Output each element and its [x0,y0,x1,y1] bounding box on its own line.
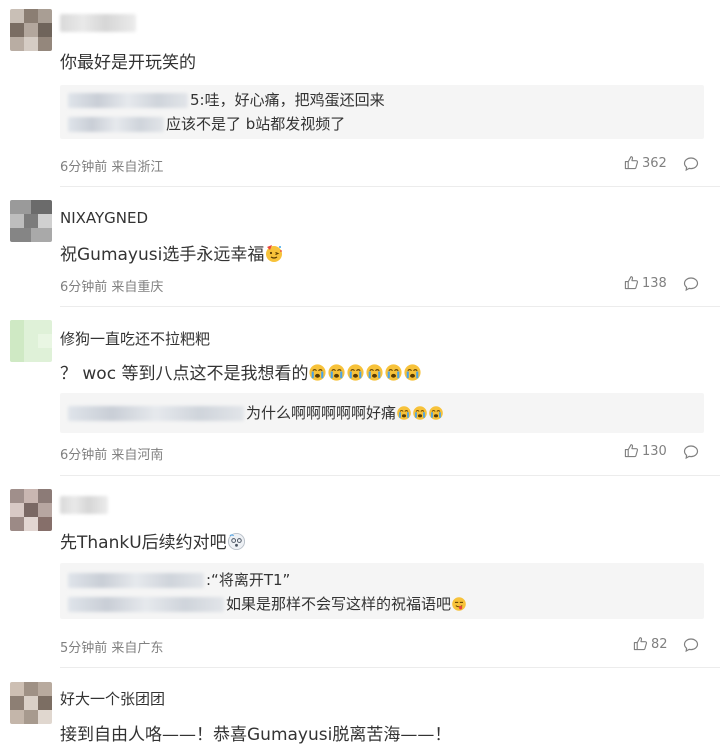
reply-button[interactable] [683,637,699,657]
comment-bubble-icon [683,638,699,653]
crying-face-emoji [327,363,346,387]
quote-line: :“将离开T1” [68,569,290,590]
quote-line: 5:哇，好心痛，把鸡蛋还回来 [68,89,385,110]
comment-text: ？ woc 等到八点这不是我想看的 [60,359,422,387]
divider [60,186,720,187]
avatar[interactable] [10,682,52,724]
comment-text: 先ThankU后续约对吧 [60,528,246,556]
like-count: 130 [642,444,667,459]
username-redacted[interactable] [60,496,108,514]
tongue-face-emoji [451,596,467,616]
comment-meta: 6分钟前 来自重庆 [60,276,163,295]
reply-button[interactable] [683,276,699,296]
quote-text: 5:哇，好心痛，把鸡蛋还回来 [190,91,385,109]
quoted-reply[interactable]: 5:哇，好心痛，把鸡蛋还回来 应该不是了 b站都发视频了 [60,85,704,139]
comment-text: 接到自由人咯——！恭喜Gumayusi脱离苦海——！ [60,725,452,745]
redacted-username [68,573,204,588]
like-button[interactable]: 82 [633,636,668,652]
comment-text-body: 祝Gumayusi选手永远幸福 [60,245,265,265]
location: 来自重庆 [111,280,164,295]
like-count: 362 [642,156,667,171]
reply-button[interactable] [683,444,699,464]
quote-text: 为什么啊啊啊啊啊好痛 [246,404,397,422]
crying-face-emoji [403,363,422,387]
quote-line: 如果是那样不会写这样的祝福语吧 [68,593,467,616]
timestamp: 5分钟前 [60,641,108,656]
comment-text-body: ？ woc 等到八点这不是我想看的 [60,364,309,384]
location: 来自广东 [111,641,164,656]
reply-button[interactable] [683,156,699,176]
like-button[interactable]: 130 [624,443,667,459]
thumbs-up-icon [624,156,639,170]
username-redacted[interactable] [60,14,136,32]
divider [60,306,720,307]
quote-text: :“将离开T1” [206,571,291,589]
thumbs-up-icon [633,637,648,651]
crying-face-emoji [428,405,444,425]
timestamp: 6分钟前 [60,280,108,295]
like-button[interactable]: 362 [624,155,667,171]
like-button[interactable]: 138 [624,275,667,291]
quoted-reply[interactable]: 为什么啊啊啊啊啊好痛 [60,393,704,433]
timestamp: 6分钟前 [60,160,108,175]
redacted-username [68,117,164,132]
redacted-username [68,93,188,108]
avatar[interactable] [10,489,52,531]
quote-line: 应该不是了 b站都发视频了 [68,113,345,134]
quote-line: 为什么啊啊啊啊啊好痛 [68,402,444,425]
crying-face-emoji [308,363,327,387]
crying-face-emoji [365,363,384,387]
avatar[interactable] [10,200,52,242]
crying-face-emoji [384,363,403,387]
username[interactable]: 好大一个张团团 [60,688,165,709]
comment-bubble-icon [683,157,699,172]
crying-face-emoji [396,405,412,425]
party-face-emoji [264,243,284,268]
redacted-username [68,597,224,612]
thumbs-up-icon [624,276,639,290]
location: 来自浙江 [111,160,164,175]
quote-text: 如果是那样不会写这样的祝福语吧 [226,595,452,613]
avatar[interactable] [10,320,52,362]
thumbs-up-icon [624,444,639,458]
crying-face-emoji [412,405,428,425]
comment-text-body: 先ThankU后续约对吧 [60,533,227,553]
comment-meta: 5分钟前 来自广东 [60,637,163,656]
redacted-username [68,406,244,421]
username[interactable]: 修狗一直吃还不拉粑粑 [60,328,210,349]
comment-text: 祝Gumayusi选手永远幸福 [60,240,284,268]
username[interactable]: NIXAYGNED [60,209,148,227]
location: 来自河南 [111,448,164,463]
comment-meta: 6分钟前 来自河南 [60,444,163,463]
comment-bubble-icon [683,277,699,292]
dizzy-face-emoji [227,532,246,556]
divider [60,667,720,668]
crying-face-emoji [346,363,365,387]
comment-meta: 6分钟前 来自浙江 [60,156,163,175]
timestamp: 6分钟前 [60,448,108,463]
quoted-reply[interactable]: :“将离开T1” 如果是那样不会写这样的祝福语吧 [60,563,704,619]
divider [60,475,720,476]
comment-text: 你最好是开玩笑的 [60,53,196,73]
avatar[interactable] [10,9,52,51]
like-count: 138 [642,276,667,291]
like-count: 82 [651,637,668,652]
quote-text: 应该不是了 b站都发视频了 [166,115,346,133]
comment-bubble-icon [683,445,699,460]
